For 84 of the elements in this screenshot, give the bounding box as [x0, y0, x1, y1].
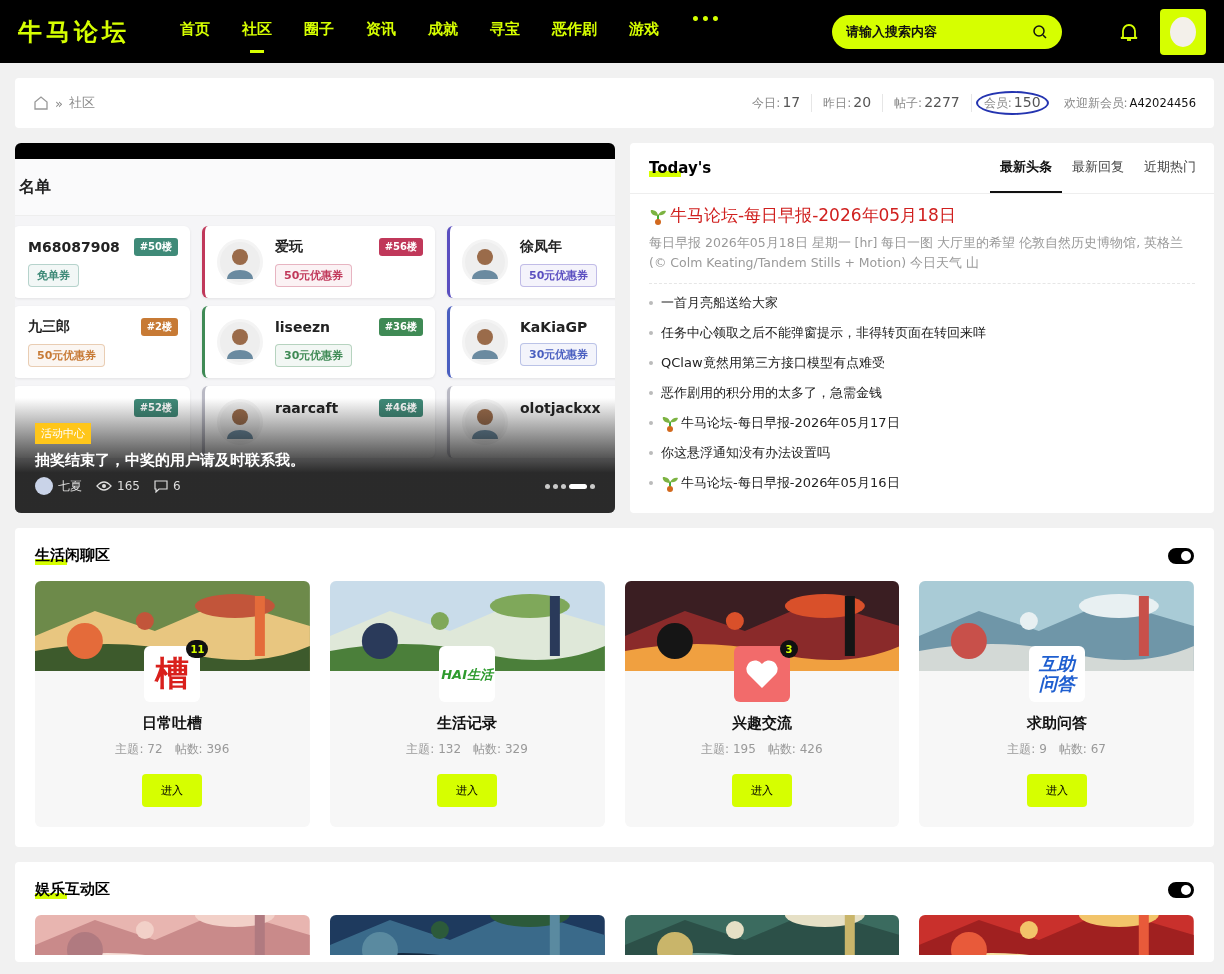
topic-link[interactable]: 你这悬浮通知没有办法设置吗: [661, 444, 830, 462]
coupon-tag: 30元优惠券: [275, 343, 353, 367]
enter-button[interactable]: 进入: [731, 774, 792, 807]
eye-icon: [96, 480, 112, 492]
headline-link[interactable]: 牛马论坛-每日早报-2026年05月18日: [649, 204, 1195, 227]
tab[interactable]: 最新头条: [990, 143, 1062, 193]
forum-logo: 互助问答: [1028, 646, 1085, 702]
enter-button[interactable]: 进入: [1026, 774, 1087, 807]
winner-name: KaKiaGP: [520, 318, 588, 335]
carousel-dot[interactable]: [561, 483, 566, 489]
new-member: 欢迎新会员: A42024456: [1062, 94, 1196, 112]
winner-name: 徐凤年: [520, 237, 562, 256]
coupon-tag: 50元优惠券: [28, 343, 106, 367]
topic-link[interactable]: 恶作剧用的积分用的太多了，急需金钱: [661, 384, 882, 402]
topic-link[interactable]: 牛马论坛-每日早报-2026年05月17日: [661, 414, 900, 432]
nav-link[interactable]: 首页: [164, 10, 226, 53]
forum-name[interactable]: 日常吐槽: [142, 714, 203, 733]
enter-button[interactable]: 进入: [142, 774, 203, 807]
coupon-tag: 30元优惠券: [520, 342, 598, 366]
coupon-tag: 免单券: [28, 263, 79, 287]
toggle-switch[interactable]: [1168, 881, 1194, 898]
comment-icon: [153, 479, 168, 493]
nav-link[interactable]: 恶作剧: [536, 10, 613, 53]
carousel[interactable]: 名单 M68087908 #50楼 免单券 爱玩 #56楼 50元优惠券 徐凤年 50元优惠券 九三郎 #2楼 50元优惠券 liseezn #36楼 30元优惠券 KaKiaGP 30元优惠券 #52楼 raarcaft #46楼 olotjackxx 活动中心 抽奖结束了，中奖的用户请及时联系我。 七夏 165 6: [15, 143, 615, 513]
home-icon[interactable]: [33, 95, 49, 111]
view-count: 165: [117, 479, 140, 493]
bell-icon[interactable]: [1120, 21, 1138, 42]
stat: 会员:150: [975, 91, 1049, 115]
stat: 帖子:2277: [883, 94, 972, 112]
slide-title[interactable]: 抽奖结束了，中奖的用户请及时联系我。: [35, 451, 595, 470]
winner-name: olotjackxx: [520, 400, 601, 416]
topic-link[interactable]: QClaw竟然用第三方接口模型有点难受: [661, 354, 885, 372]
nav-link[interactable]: 资讯: [350, 10, 412, 53]
breadcrumb-current: 社区: [68, 94, 95, 112]
coupon-tag: 50元优惠券: [520, 263, 598, 287]
site-logo[interactable]: 牛马论坛: [18, 15, 130, 48]
search-icon[interactable]: [1032, 23, 1048, 40]
carousel-dot[interactable]: [590, 483, 595, 489]
author-name[interactable]: 七夏: [58, 477, 82, 495]
tab[interactable]: 近期热门: [1134, 143, 1206, 193]
floor-tag: #46楼: [378, 399, 423, 417]
carousel-dot[interactable]: [545, 483, 550, 489]
forum-name[interactable]: 求助问答: [1026, 714, 1087, 733]
comment-count: 6: [172, 479, 181, 493]
forum-stats: 主题: 72 帖数: 396: [115, 741, 230, 758]
forum-stats: 主题: 132 帖数: 329: [406, 741, 528, 758]
nav-link[interactable]: 成就: [412, 10, 474, 53]
stat: 昨日:20: [812, 94, 884, 112]
sprout-icon: [661, 414, 679, 432]
floor-tag: #36楼: [378, 317, 423, 336]
sprout-icon: [661, 474, 679, 492]
slide-heading: 名单: [19, 176, 51, 198]
toggle-switch[interactable]: [1168, 547, 1194, 564]
floor-tag: #52楼: [133, 399, 178, 417]
winner-name: 九三郎: [28, 317, 70, 336]
winner-name: M68087908: [28, 238, 120, 255]
topic-link[interactable]: 一首月亮船送给大家: [661, 294, 778, 312]
tab[interactable]: 最新回复: [1062, 143, 1134, 193]
enter-button[interactable]: 进入: [437, 774, 498, 807]
topic-link[interactable]: 任务中心领取之后不能弹窗提示，非得转页面在转回来咩: [661, 324, 986, 342]
winner-name: raarcaft: [275, 400, 339, 416]
winner-name: liseezn: [275, 318, 331, 335]
forum-name[interactable]: 生活记录: [437, 714, 498, 733]
winner-name: 爱玩: [275, 237, 303, 256]
floor-tag: #50楼: [133, 237, 178, 256]
coupon-tag: 50元优惠券: [275, 263, 353, 287]
forum-logo: HAI生活: [439, 646, 496, 702]
forum-stats: 主题: 9 帖数: 67: [1007, 741, 1106, 758]
nav-link[interactable]: 圈子: [288, 10, 350, 53]
stat: 今日:17: [741, 94, 813, 112]
more-menu[interactable]: •••: [675, 10, 737, 53]
nav-link[interactable]: 游戏: [613, 10, 675, 53]
forum-stats: 主题: 195 帖数: 426: [701, 741, 823, 758]
forum-name[interactable]: 兴趣交流: [731, 714, 792, 733]
floor-tag: #56楼: [378, 237, 423, 256]
floor-tag: #2楼: [140, 317, 178, 336]
user-avatar[interactable]: [1160, 8, 1206, 55]
breadcrumb-separator: »: [55, 95, 63, 111]
carousel-dot[interactable]: [553, 483, 558, 489]
author-avatar-icon: [35, 477, 53, 495]
panel-title: Today's: [649, 159, 712, 177]
search-field[interactable]: 请输入搜索内容: [832, 14, 1062, 49]
topic-link[interactable]: 牛马论坛-每日早报-2026年05月16日: [661, 474, 900, 492]
nav-link[interactable]: 寻宝: [474, 10, 536, 53]
